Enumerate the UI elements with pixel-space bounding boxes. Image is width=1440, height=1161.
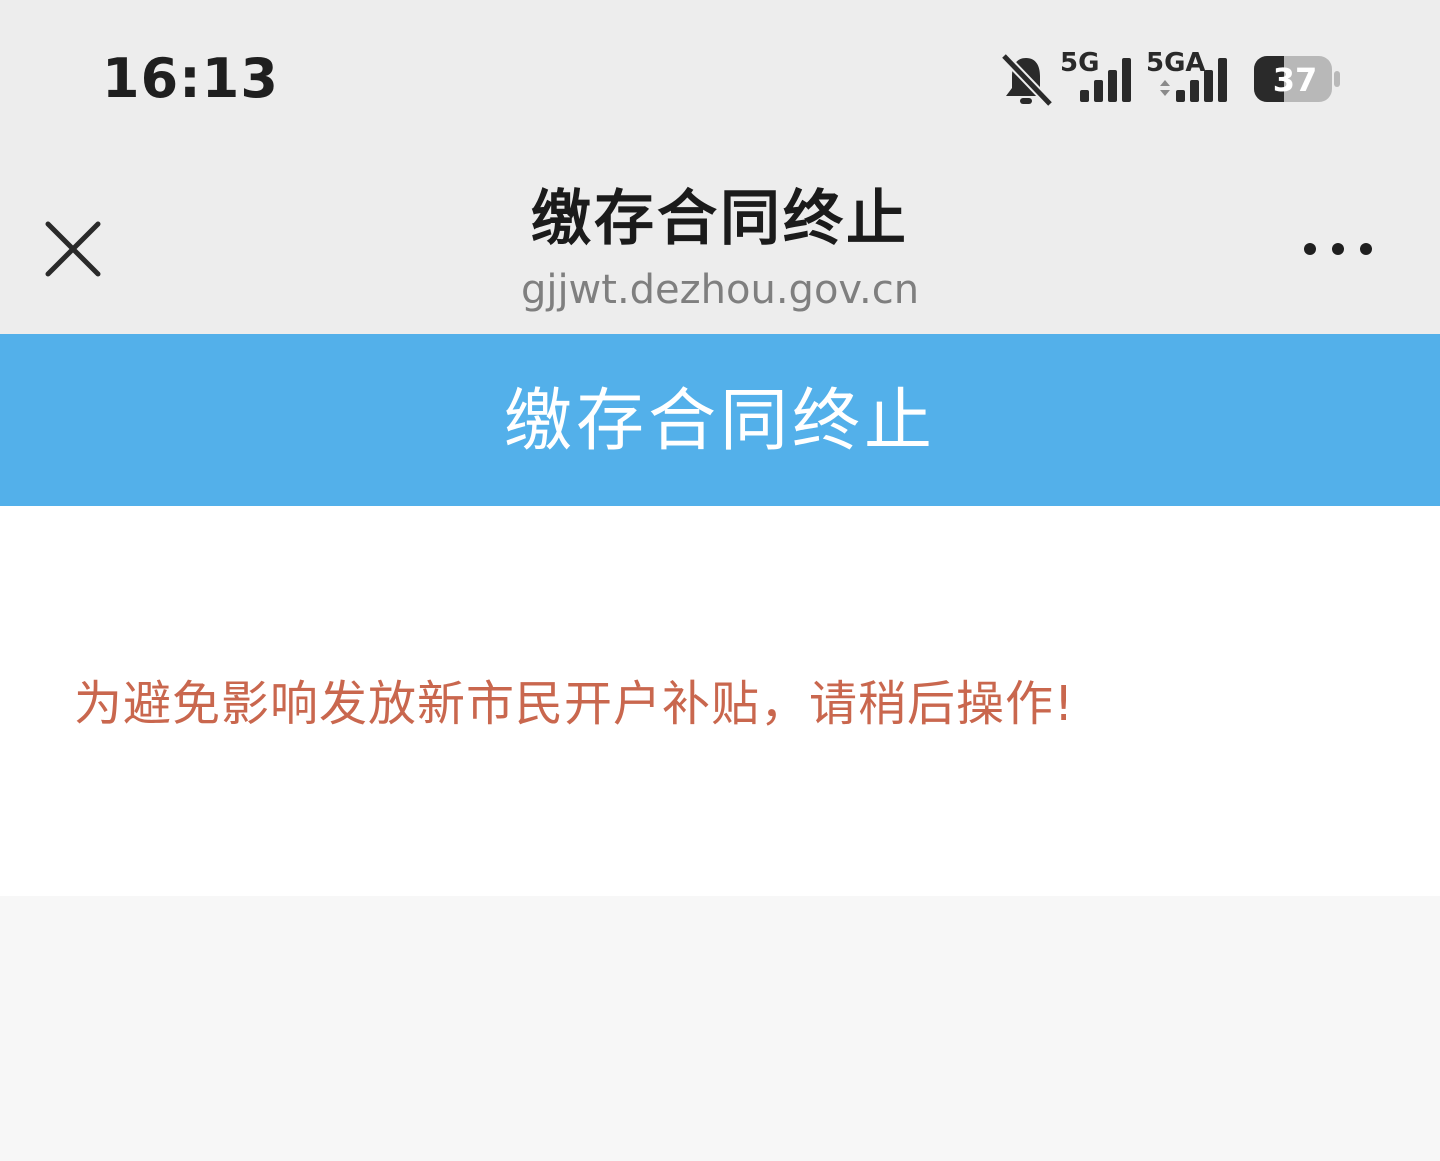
content-panel: 为避免影响发放新市民开户补贴，请稍后操作! [0, 506, 1440, 896]
bell-off-icon [1000, 52, 1054, 108]
data-arrows-icon [1160, 80, 1170, 96]
nav-title: 缴存合同终止 [531, 184, 909, 254]
network-label-1: 5G [1060, 48, 1099, 78]
more-icon[interactable] [1300, 234, 1380, 264]
status-icons: 5G 5GA 37 [1000, 44, 1350, 114]
network-label-2: 5GA [1146, 48, 1206, 78]
page-header: 缴存合同终止 [0, 334, 1440, 506]
notice-message: 为避免影响发放新市民开户补贴，请稍后操作! [74, 676, 1075, 732]
status-icons-svg: 5G 5GA 37 [1000, 48, 1340, 108]
battery-level: 37 [1273, 61, 1318, 99]
status-bar: 16:13 5G 5GA 37 [0, 0, 1440, 160]
page-title: 缴存合同终止 [503, 382, 936, 461]
nav-url: gjjwt.dezhou.gov.cn [520, 267, 920, 313]
nav-bar: 缴存合同终止 gjjwt.dezhou.gov.cn [0, 160, 1440, 334]
status-time: 16:13 [102, 47, 279, 110]
battery-icon: 37 [1254, 56, 1340, 102]
